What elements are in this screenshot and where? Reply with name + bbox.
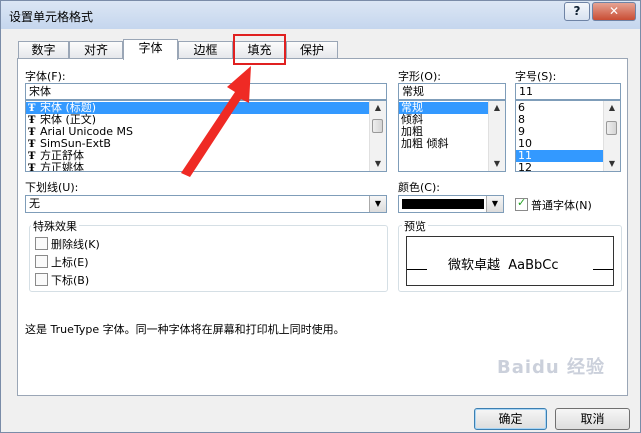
strikethrough-checkbox[interactable] bbox=[35, 237, 48, 250]
chevron-down-icon[interactable]: ▼ bbox=[486, 196, 503, 212]
scroll-up-icon[interactable]: ▲ bbox=[489, 101, 505, 115]
font-list-item[interactable]: Ŧ 方正姚体 bbox=[26, 162, 84, 172]
title-bar: 设置单元格格式 ? ✕ bbox=[1, 1, 640, 29]
style-list-scrollbar[interactable]: ▲ ▼ bbox=[488, 101, 505, 171]
scroll-down-icon[interactable]: ▼ bbox=[370, 157, 386, 171]
cancel-button[interactable]: 取消 bbox=[555, 408, 630, 430]
tab-protection[interactable]: 保护 bbox=[286, 41, 338, 59]
subscript-label: 下标(B) bbox=[51, 274, 90, 287]
normal-font-label: 普通字体(N) bbox=[531, 199, 592, 212]
preview-box: 微软卓越 AaBbCc bbox=[406, 236, 614, 286]
font-list-scrollbar[interactable]: ▲ ▼ bbox=[369, 101, 386, 171]
close-button[interactable]: ✕ bbox=[592, 2, 636, 21]
normal-font-checkbox[interactable] bbox=[515, 196, 528, 211]
size-label: 字号(S): bbox=[515, 70, 557, 83]
tab-number[interactable]: 数字 bbox=[18, 41, 69, 59]
style-label: 字形(O): bbox=[398, 70, 441, 83]
preview-text: 微软卓越 AaBbCc bbox=[448, 258, 559, 273]
color-label: 颜色(C): bbox=[398, 181, 440, 194]
preview-label: 预览 bbox=[402, 218, 428, 234]
superscript-label: 上标(E) bbox=[51, 256, 89, 269]
help-button[interactable]: ? bbox=[564, 2, 590, 21]
underline-value: 无 bbox=[29, 197, 40, 210]
scroll-up-icon[interactable]: ▲ bbox=[370, 101, 386, 115]
font-size-list[interactable]: 6 8 9 10 11 12 ▲ ▼ bbox=[515, 100, 621, 172]
font-style-input[interactable]: 常规 bbox=[398, 83, 506, 100]
tab-border[interactable]: 边框 bbox=[178, 41, 233, 59]
font-size-input[interactable]: 11 bbox=[515, 83, 621, 100]
scroll-thumb[interactable] bbox=[606, 121, 617, 135]
dialog-title: 设置单元格格式 bbox=[9, 10, 94, 24]
annotation-arrow-icon bbox=[181, 66, 251, 177]
preview-baseline bbox=[407, 269, 427, 270]
font-style-list[interactable]: 常规 倾斜 加粗 加粗 倾斜 ▲ ▼ bbox=[398, 100, 506, 172]
chevron-down-icon[interactable]: ▼ bbox=[369, 196, 386, 212]
font-label: 字体(F): bbox=[25, 70, 66, 83]
truetype-info: 这是 TrueType 字体。同一种字体将在屏幕和打印机上同时使用。 bbox=[25, 323, 345, 336]
preview-baseline bbox=[593, 269, 613, 270]
strikethrough-label: 删除线(K) bbox=[51, 238, 100, 251]
tab-font[interactable]: 字体 bbox=[123, 39, 178, 60]
scroll-thumb[interactable] bbox=[372, 119, 383, 133]
scroll-up-icon[interactable]: ▲ bbox=[604, 101, 620, 115]
baidu-watermark: Baidu 经验 bbox=[497, 357, 606, 378]
format-cells-dialog: 设置单元格格式 ? ✕ 数字 对齐 字体 边框 填充 保护 字体(F): 宋体 … bbox=[0, 0, 641, 433]
tab-alignment[interactable]: 对齐 bbox=[69, 41, 123, 59]
color-select[interactable]: ▼ bbox=[398, 195, 504, 213]
underline-label: 下划线(U): bbox=[25, 181, 79, 194]
truetype-icon: Ŧ bbox=[28, 163, 36, 172]
scroll-down-icon[interactable]: ▼ bbox=[604, 157, 620, 171]
size-list-scrollbar[interactable]: ▲ ▼ bbox=[603, 101, 620, 171]
color-swatch bbox=[402, 199, 484, 209]
style-list-item[interactable]: 加粗 倾斜 bbox=[399, 138, 449, 150]
effects-label: 特殊效果 bbox=[31, 218, 79, 234]
subscript-checkbox[interactable] bbox=[35, 273, 48, 286]
scroll-down-icon[interactable]: ▼ bbox=[489, 157, 505, 171]
size-list-item[interactable]: 12 bbox=[516, 162, 532, 172]
ok-button[interactable]: 确定 bbox=[474, 408, 547, 430]
superscript-checkbox[interactable] bbox=[35, 255, 48, 268]
underline-select[interactable]: 无 ▼ bbox=[25, 195, 387, 213]
